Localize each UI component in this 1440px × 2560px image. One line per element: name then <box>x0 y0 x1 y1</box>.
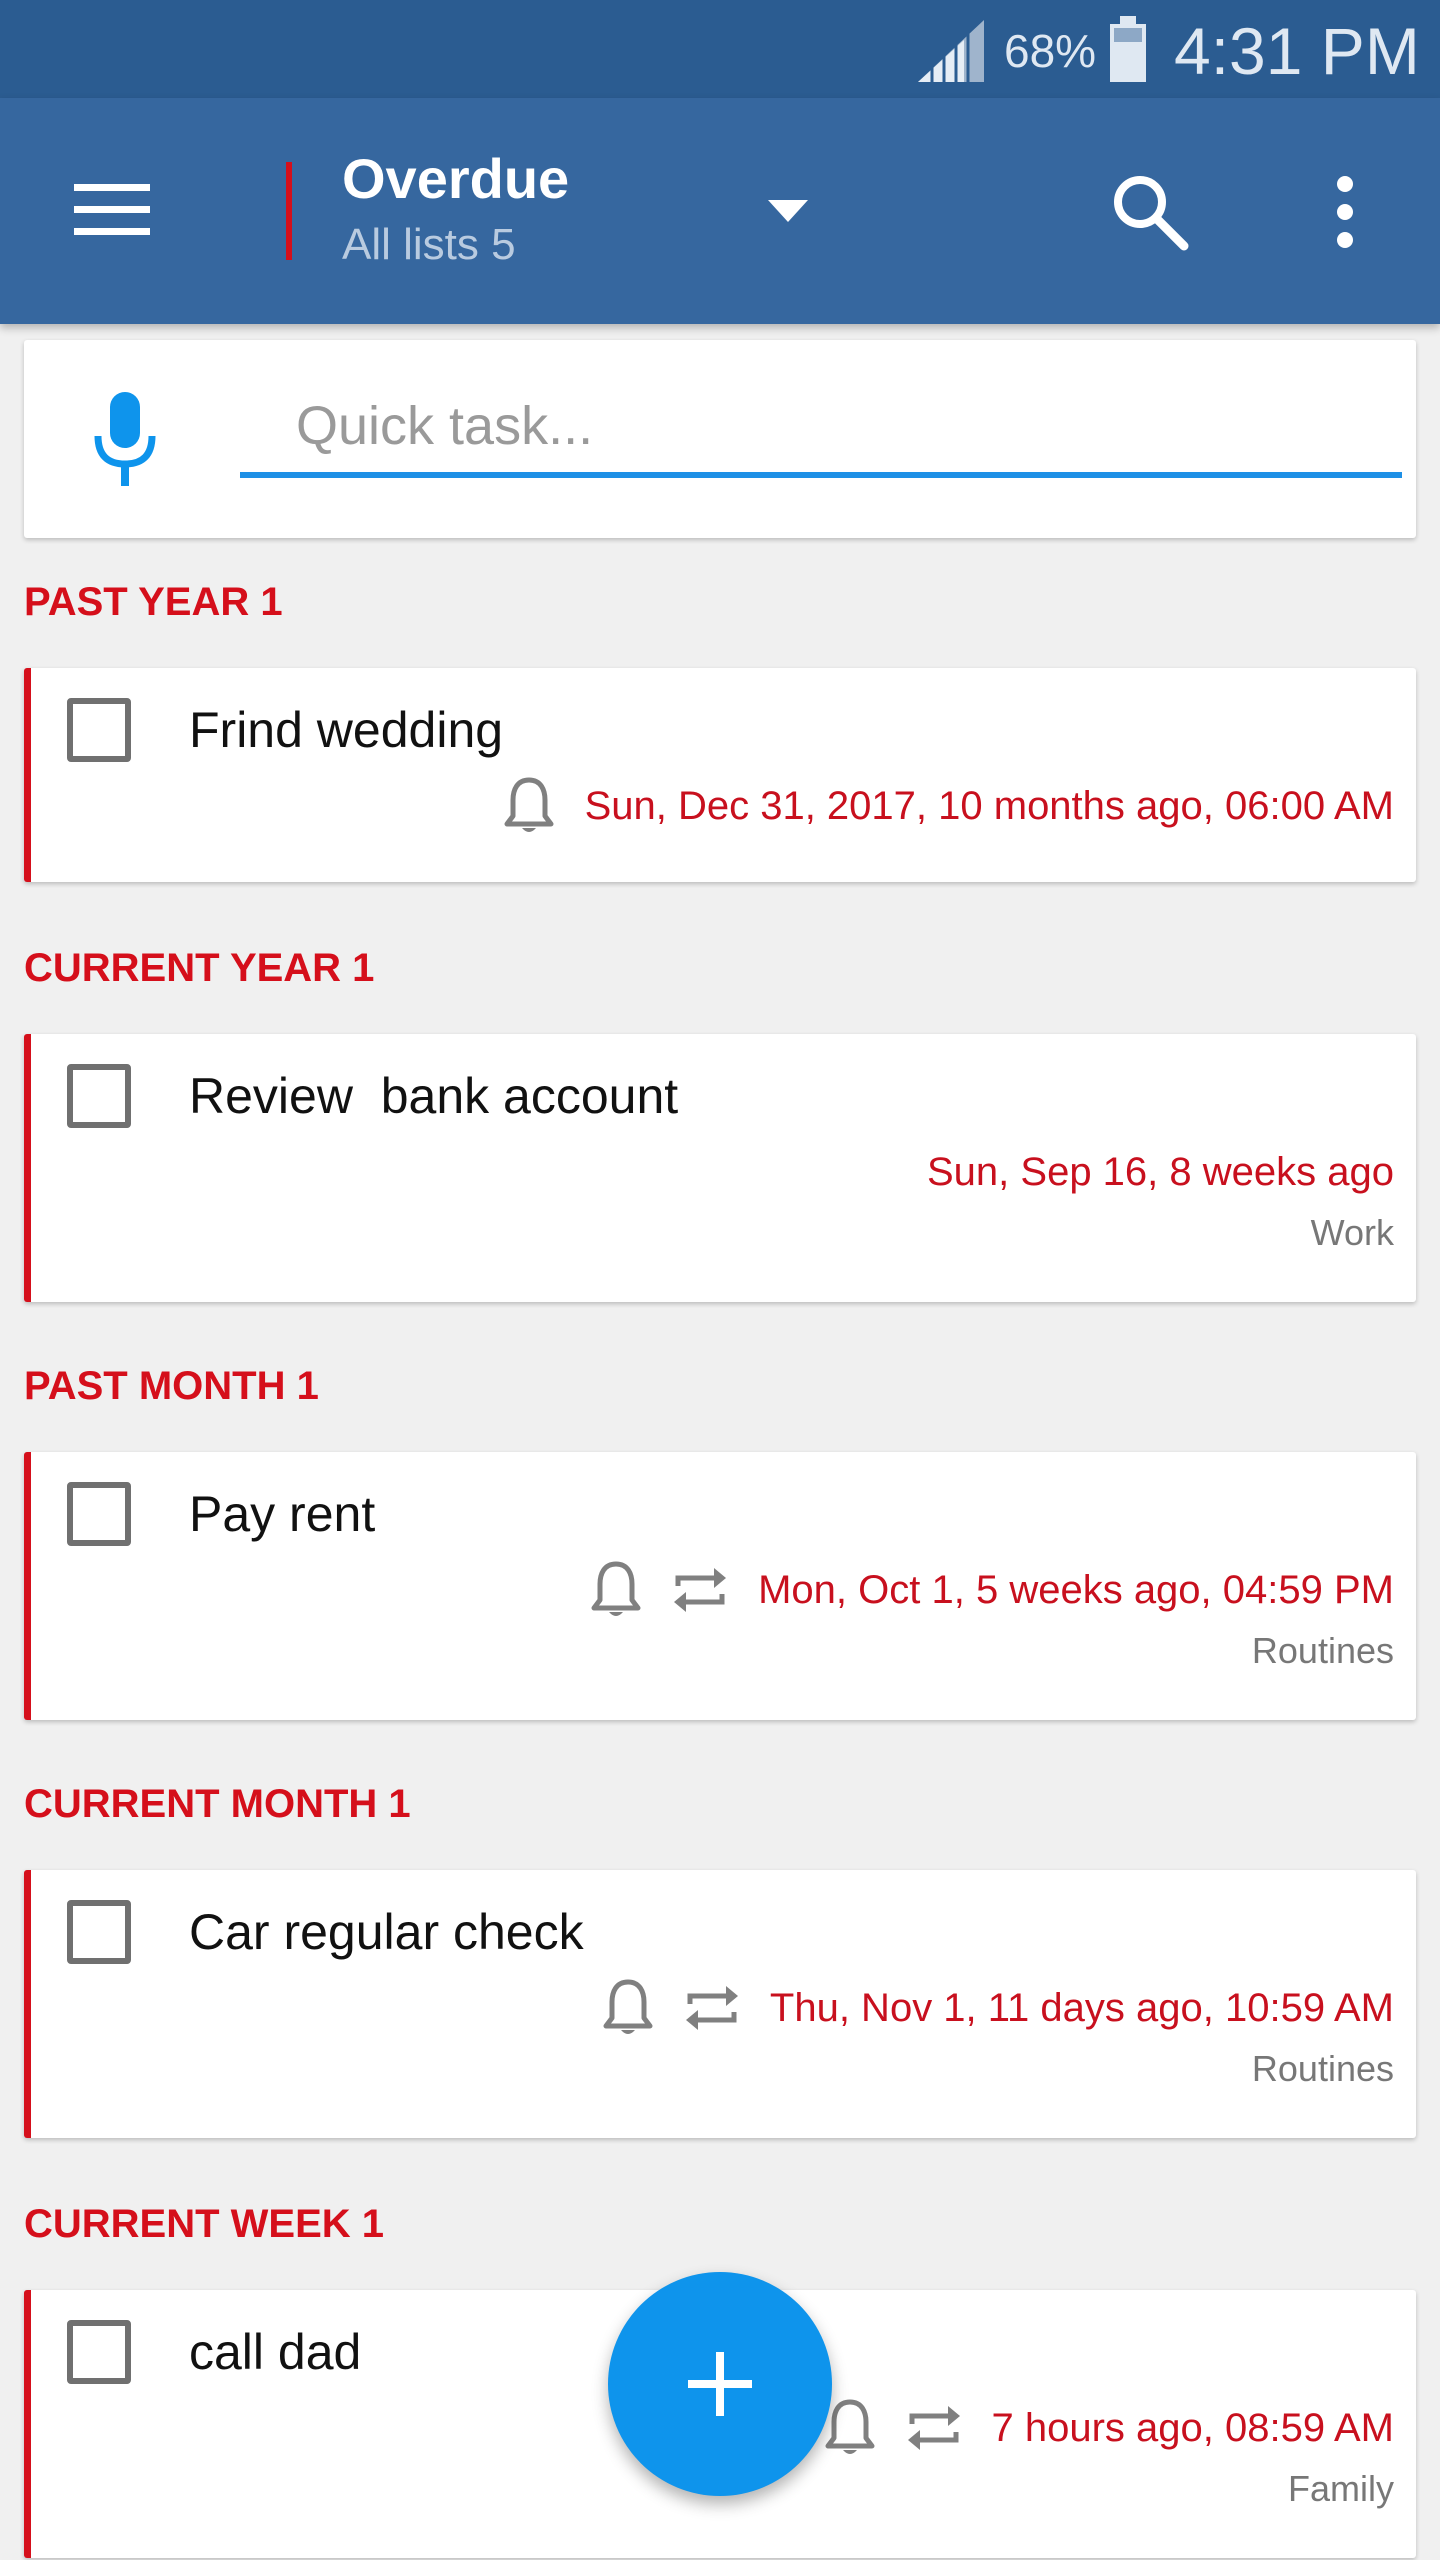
section-header-current-year: CURRENT YEAR 1 <box>24 946 375 990</box>
more-vert-icon[interactable] <box>1318 170 1372 254</box>
task-title[interactable]: Review bank account <box>189 1064 678 1128</box>
dropdown-arrow-icon[interactable] <box>762 194 814 226</box>
quick-task-card <box>24 340 1416 538</box>
task-title[interactable]: Frind wedding <box>189 698 503 762</box>
page-subtitle[interactable]: All lists 5 <box>342 218 516 272</box>
menu-icon[interactable] <box>64 170 160 250</box>
task-list-name: Routines <box>1251 1630 1394 1671</box>
microphone-icon[interactable] <box>90 392 160 488</box>
task-title[interactable]: call dad <box>189 2320 361 2384</box>
list-color-indicator <box>286 162 292 260</box>
task-checkbox[interactable] <box>67 1900 131 1964</box>
bell-icon <box>825 2399 874 2454</box>
task-checkbox[interactable] <box>67 2320 131 2384</box>
repeat-icon <box>685 1986 738 2030</box>
task-due-date: Mon, Oct 1, 5 weeks ago, 04:59 PM <box>758 1568 1394 1612</box>
task-title[interactable]: Car regular check <box>189 1900 584 1964</box>
task-list-name: Routines <box>1251 2048 1394 2089</box>
task-card[interactable]: Review bank account Sun, Sep 16, 8 weeks… <box>24 1034 1416 1302</box>
add-task-button[interactable] <box>608 2272 832 2496</box>
task-card[interactable]: Car regular check Thu, Nov 1, 11 days ag… <box>24 1870 1416 2138</box>
task-meta: 7 hours ago, 08:59 AM <box>824 2398 1395 2458</box>
clock-time: 4:31 PM <box>1174 14 1420 88</box>
task-card[interactable]: Frind wedding Sun, Dec 31, 2017, 10 mont… <box>24 668 1416 882</box>
task-card[interactable]: Pay rent Mon, Oct 1, 5 weeks ago, 04:59 … <box>24 1452 1416 1720</box>
section-header-past-year: PAST YEAR 1 <box>24 580 283 624</box>
task-meta: Mon, Oct 1, 5 weeks ago, 04:59 PM <box>590 1560 1394 1620</box>
status-bar: 68% 4:31 PM <box>0 0 1440 98</box>
bell-icon <box>504 777 554 832</box>
bell-icon <box>591 1561 641 1616</box>
app-bar: Overdue All lists 5 <box>0 98 1440 324</box>
repeat-icon <box>674 1568 727 1612</box>
section-header-current-week: CURRENT WEEK 1 <box>24 2202 385 2246</box>
page-title[interactable]: Overdue <box>342 146 569 212</box>
task-list-name: Family <box>1288 2468 1394 2509</box>
task-checkbox[interactable] <box>67 1482 131 1546</box>
battery-icon <box>1110 16 1146 82</box>
task-title[interactable]: Pay rent <box>189 1482 375 1546</box>
bell-icon <box>603 1979 653 2034</box>
task-checkbox[interactable] <box>67 698 131 762</box>
search-icon[interactable] <box>1108 170 1192 254</box>
section-header-current-month: CURRENT MONTH 1 <box>24 1782 411 1826</box>
task-due-date: 7 hours ago, 08:59 AM <box>991 2406 1395 2450</box>
plus-icon <box>688 2352 752 2416</box>
task-due-date: Sun, Sep 16, 8 weeks ago <box>927 1150 1394 1194</box>
task-meta: Thu, Nov 1, 11 days ago, 10:59 AM <box>602 1978 1394 2038</box>
task-checkbox[interactable] <box>67 1064 131 1128</box>
task-meta: Sun, Dec 31, 2017, 10 months ago, 06:00 … <box>503 776 1394 836</box>
battery-percent: 68% <box>1004 25 1097 77</box>
task-meta: Sun, Sep 16, 8 weeks ago <box>927 1142 1394 1202</box>
signal-icon <box>918 20 984 82</box>
quick-task-input[interactable] <box>240 380 1402 478</box>
repeat-icon <box>907 2406 960 2450</box>
task-due-date: Thu, Nov 1, 11 days ago, 10:59 AM <box>769 1986 1394 2030</box>
task-list-name: Work <box>1310 1212 1394 1253</box>
task-due-date: Sun, Dec 31, 2017, 10 months ago, 06:00 … <box>584 784 1394 828</box>
section-header-past-month: PAST MONTH 1 <box>24 1364 319 1408</box>
